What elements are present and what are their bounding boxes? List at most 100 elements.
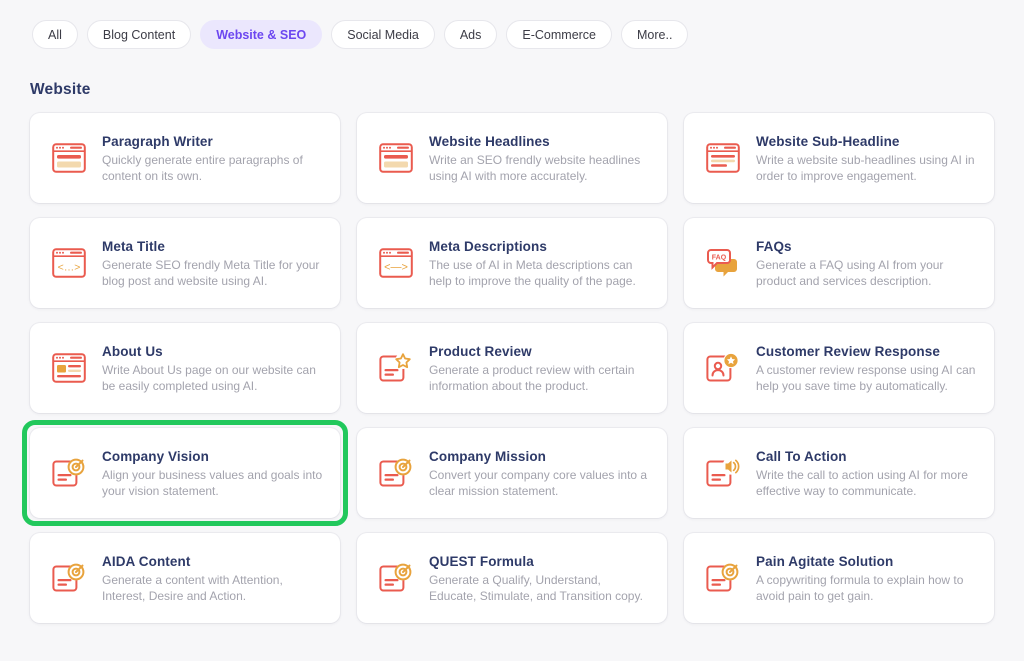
template-card-text: Company Mission Convert your company core… [429,448,651,499]
template-card-text: FAQs Generate a FAQ using AI from your pr… [756,238,978,289]
template-card-description: Generate a FAQ using AI from your produc… [756,257,944,288]
template-card-description: Write the call to action using AI for mo… [756,467,968,498]
template-card-description: The use of AI in Meta descriptions can h… [429,257,636,288]
template-card-slot: Customer Review Response A customer revie… [684,323,994,413]
document-target-icon [700,555,746,601]
template-card-slot: QUEST Formula Generate a Qualify, Underst… [357,533,667,623]
template-card-slot: About Us Write About Us page on our websi… [30,323,340,413]
template-card-text: AIDA Content Generate a content with Atte… [102,553,324,604]
template-card-slot: Company Vision Align your business values… [22,420,348,526]
template-card-title: FAQs [756,238,792,254]
filter-pill-more[interactable]: More.. [621,20,689,49]
document-user-star-icon [700,345,746,391]
template-card-text: Meta Descriptions The use of AI in Meta d… [429,238,651,289]
template-card-description: Align your business values and goals int… [102,467,323,498]
template-card-slot: Company Mission Convert your company core… [357,428,667,518]
filter-pill-e-commerce[interactable]: E-Commerce [506,20,613,49]
template-card-slot: Product Review Generate a product review … [357,323,667,413]
template-card-text: Website Headlines Write an SEO frendly we… [429,133,651,184]
filter-pill-blog-content[interactable]: Blog Content [86,20,192,49]
category-filter-bar: All Blog Content Website & SEO Social Media… [30,0,994,49]
template-card-pain-agitate-solution[interactable]: Pain Agitate Solution A copywriting formu… [684,533,994,623]
template-card-slot: FAQ FAQs Generate a FAQ using AI from your… [684,218,994,308]
template-card-title: Meta Title [102,238,166,254]
template-card-text: QUEST Formula Generate a Qualify, Underst… [429,553,651,604]
svg-text:<—>: <—> [384,262,408,274]
template-card-text: Product Review Generate a product review … [429,343,651,394]
template-card-paragraph-writer[interactable]: Paragraph Writer Quickly generate entire … [30,113,340,203]
template-card-aida-content[interactable]: AIDA Content Generate a content with Atte… [30,533,340,623]
template-card-text: Company Vision Align your business values… [102,448,324,499]
document-target-icon [373,555,419,601]
template-card-description: Write a website sub-headlines using AI i… [756,152,975,183]
template-card-description: Quickly generate entire paragraphs of co… [102,152,303,183]
template-card-title: Website Sub-Headline [756,133,900,149]
template-card-faqs[interactable]: FAQ FAQs Generate a FAQ using AI from your… [684,218,994,308]
browser-arrows-icon: <—> [373,240,419,286]
svg-text:<…>: <…> [58,262,81,274]
browser-lines-icon [700,135,746,181]
document-speaker-icon [700,450,746,496]
template-card-slot: <—> Meta Descriptions The use of AI in Met… [357,218,667,308]
template-card-website-headlines[interactable]: Website Headlines Write an SEO frendly we… [357,113,667,203]
template-card-text: Paragraph Writer Quickly generate entire … [102,133,324,184]
template-card-text: Meta Title Generate SEO frendly Meta Titl… [102,238,324,289]
template-card-title: AIDA Content [102,553,191,569]
document-star-icon [373,345,419,391]
template-card-description: A copywriting formula to explain how to … [756,572,964,603]
template-card-text: About Us Write About Us page on our websi… [102,343,324,394]
template-card-description: Generate a product review with certain i… [429,362,635,393]
template-card-title: Meta Descriptions [429,238,547,254]
browser-block-icon [46,345,92,391]
template-card-title: Company Vision [102,448,209,464]
template-card-text: Call To Action Write the call to action u… [756,448,978,499]
template-card-slot: Pain Agitate Solution A copywriting formu… [684,533,994,623]
template-card-company-vision[interactable]: Company Vision Align your business values… [30,428,340,518]
template-card-title: Product Review [429,343,532,359]
template-card-description: Write About Us page on our website can b… [102,362,316,393]
template-card-description: Generate a Qualify, Understand, Educate,… [429,572,643,603]
template-card-text: Pain Agitate Solution A copywriting formu… [756,553,978,604]
browser-text-icon [373,135,419,181]
template-card-about-us[interactable]: About Us Write About Us page on our websi… [30,323,340,413]
document-target-icon [46,555,92,601]
template-card-slot: AIDA Content Generate a content with Atte… [30,533,340,623]
template-card-title: QUEST Formula [429,553,534,569]
template-card-title: About Us [102,343,163,359]
template-card-slot: Website Sub-Headline Write a website sub-… [684,113,994,203]
browser-code-icon: <…> [46,240,92,286]
section-heading: Website [30,81,91,98]
template-card-meta-title[interactable]: <…> Meta Title Generate SEO frendly Meta T… [30,218,340,308]
template-card-title: Call To Action [756,448,847,464]
template-card-company-mission[interactable]: Company Mission Convert your company core… [357,428,667,518]
filter-pill-social-media[interactable]: Social Media [331,20,435,49]
filter-pill-website-seo[interactable]: Website & SEO [200,20,323,49]
template-card-slot: <…> Meta Title Generate SEO frendly Meta T… [30,218,340,308]
template-card-title: Company Mission [429,448,547,464]
template-card-title: Paragraph Writer [102,133,213,149]
template-card-description: A customer review response using AI can … [756,362,976,393]
template-card-slot: Website Headlines Write an SEO frendly we… [357,113,667,203]
template-card-title: Customer Review Response [756,343,940,359]
faq-bubble-icon: FAQ [700,240,746,286]
template-card-call-to-action[interactable]: Call To Action Write the call to action u… [684,428,994,518]
template-card-text: Website Sub-Headline Write a website sub-… [756,133,978,184]
templates-page: All Blog Content Website & SEO Social Media… [0,0,1024,661]
template-card-slot: Call To Action Write the call to action u… [684,428,994,518]
svg-text:FAQ: FAQ [712,255,727,262]
template-card-website-sub-headline[interactable]: Website Sub-Headline Write a website sub-… [684,113,994,203]
template-card-description: Write an SEO frendly website headlines u… [429,152,641,183]
filter-pill-ads[interactable]: Ads [443,20,498,49]
template-card-meta-descriptions[interactable]: <—> Meta Descriptions The use of AI in Met… [357,218,667,308]
template-card-product-review[interactable]: Product Review Generate a product review … [357,323,667,413]
template-card-grid: Paragraph Writer Quickly generate entire … [22,113,994,623]
template-card-description: Generate a content with Attention, Inter… [102,572,283,603]
browser-text-icon [46,135,92,181]
template-card-customer-review-response[interactable]: Customer Review Response A customer revie… [684,323,994,413]
template-card-title: Pain Agitate Solution [756,553,894,569]
document-target-icon [46,450,92,496]
template-card-quest-formula[interactable]: QUEST Formula Generate a Qualify, Underst… [357,533,667,623]
document-target-icon [373,450,419,496]
template-card-text: Customer Review Response A customer revie… [756,343,978,394]
filter-pill-all[interactable]: All [32,20,78,49]
